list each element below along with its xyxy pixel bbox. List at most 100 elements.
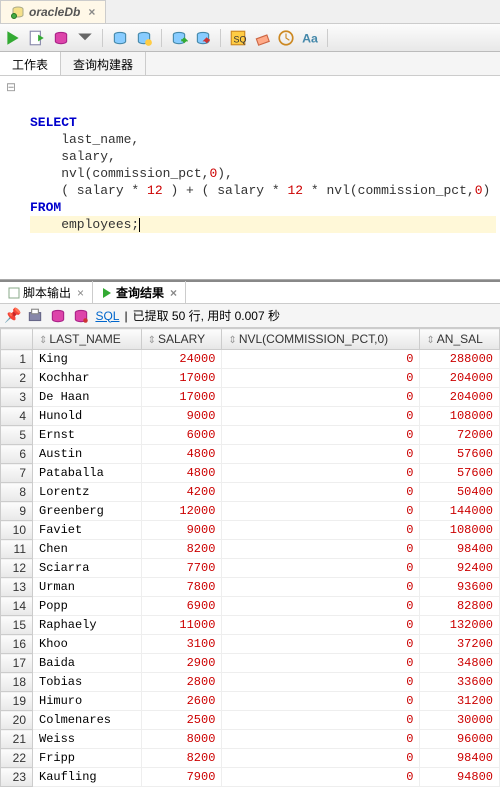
cell-salary[interactable]: 17000 xyxy=(141,388,222,407)
sql-editor[interactable]: ⊟ SELECT last_name, salary, nvl(commissi… xyxy=(0,76,500,280)
history-button[interactable] xyxy=(277,29,295,47)
cell-last-name[interactable]: Colmenares xyxy=(33,711,142,730)
cell-nvl[interactable]: 0 xyxy=(222,407,420,426)
dropdown-icon[interactable] xyxy=(76,29,94,47)
cell-salary[interactable]: 4200 xyxy=(141,483,222,502)
cell-nvl[interactable]: 0 xyxy=(222,445,420,464)
cell-last-name[interactable]: De Haan xyxy=(33,388,142,407)
cell-nvl[interactable]: 0 xyxy=(222,578,420,597)
tab-worksheet[interactable]: 工作表 xyxy=(0,52,61,75)
table-row[interactable]: 6Austin4800057600 xyxy=(1,445,500,464)
cell-an-sal[interactable]: 132000 xyxy=(420,616,500,635)
commit-button[interactable] xyxy=(170,29,188,47)
cell-salary[interactable]: 2800 xyxy=(141,673,222,692)
cell-last-name[interactable]: Tobias xyxy=(33,673,142,692)
cell-nvl[interactable]: 0 xyxy=(222,768,420,787)
cell-salary[interactable]: 3100 xyxy=(141,635,222,654)
table-row[interactable]: 22Fripp8200098400 xyxy=(1,749,500,768)
run-button[interactable] xyxy=(4,29,22,47)
refresh-button[interactable] xyxy=(49,307,67,325)
cell-nvl[interactable]: 0 xyxy=(222,673,420,692)
rollback-button[interactable] xyxy=(194,29,212,47)
cell-an-sal[interactable]: 57600 xyxy=(420,464,500,483)
table-row[interactable]: 7Pataballa4800057600 xyxy=(1,464,500,483)
col-last-name[interactable]: ⇕LAST_NAME xyxy=(33,329,142,350)
cell-salary[interactable]: 17000 xyxy=(141,369,222,388)
table-row[interactable]: 15Raphaely110000132000 xyxy=(1,616,500,635)
cell-last-name[interactable]: Lorentz xyxy=(33,483,142,502)
cell-salary[interactable]: 11000 xyxy=(141,616,222,635)
cell-an-sal[interactable]: 82800 xyxy=(420,597,500,616)
table-row[interactable]: 19Himuro2600031200 xyxy=(1,692,500,711)
cell-last-name[interactable]: Fripp xyxy=(33,749,142,768)
table-row[interactable]: 17Baida2900034800 xyxy=(1,654,500,673)
table-row[interactable]: 14Popp6900082800 xyxy=(1,597,500,616)
cell-last-name[interactable]: Urman xyxy=(33,578,142,597)
cell-salary[interactable]: 24000 xyxy=(141,350,222,369)
cell-salary[interactable]: 12000 xyxy=(141,502,222,521)
table-row[interactable]: 4Hunold90000108000 xyxy=(1,407,500,426)
cell-salary[interactable]: 7900 xyxy=(141,768,222,787)
pin-icon[interactable]: 📌 xyxy=(4,307,21,324)
table-row[interactable]: 16Khoo3100037200 xyxy=(1,635,500,654)
explain-plan-button[interactable] xyxy=(52,29,70,47)
table-row[interactable]: 8Lorentz4200050400 xyxy=(1,483,500,502)
cell-an-sal[interactable]: 96000 xyxy=(420,730,500,749)
cell-last-name[interactable]: Pataballa xyxy=(33,464,142,483)
cell-nvl[interactable]: 0 xyxy=(222,730,420,749)
cell-last-name[interactable]: Sciarra xyxy=(33,559,142,578)
table-row[interactable]: 11Chen8200098400 xyxy=(1,540,500,559)
cell-salary[interactable]: 8000 xyxy=(141,730,222,749)
cell-nvl[interactable]: 0 xyxy=(222,369,420,388)
cell-nvl[interactable]: 0 xyxy=(222,635,420,654)
tab-query-result[interactable]: 查询结果 × xyxy=(93,281,186,304)
cell-an-sal[interactable]: 288000 xyxy=(420,350,500,369)
connection-tab[interactable]: oracleDb × xyxy=(0,0,106,23)
cell-nvl[interactable]: 0 xyxy=(222,502,420,521)
cell-nvl[interactable]: 0 xyxy=(222,692,420,711)
table-row[interactable]: 12Sciarra7700092400 xyxy=(1,559,500,578)
cell-salary[interactable]: 7800 xyxy=(141,578,222,597)
close-icon[interactable]: × xyxy=(170,286,177,300)
cell-nvl[interactable]: 0 xyxy=(222,559,420,578)
cell-an-sal[interactable]: 30000 xyxy=(420,711,500,730)
cell-last-name[interactable]: Faviet xyxy=(33,521,142,540)
cell-an-sal[interactable]: 72000 xyxy=(420,426,500,445)
table-row[interactable]: 13Urman7800093600 xyxy=(1,578,500,597)
run-script-button[interactable] xyxy=(28,29,46,47)
cell-an-sal[interactable]: 98400 xyxy=(420,749,500,768)
cell-salary[interactable]: 2500 xyxy=(141,711,222,730)
cell-salary[interactable]: 9000 xyxy=(141,521,222,540)
table-row[interactable]: 3De Haan170000204000 xyxy=(1,388,500,407)
cell-last-name[interactable]: Ernst xyxy=(33,426,142,445)
table-row[interactable]: 18Tobias2800033600 xyxy=(1,673,500,692)
cell-an-sal[interactable]: 37200 xyxy=(420,635,500,654)
cell-last-name[interactable]: Popp xyxy=(33,597,142,616)
results-grid-container[interactable]: ⇕LAST_NAME ⇕SALARY ⇕NVL(COMMISSION_PCT,0… xyxy=(0,328,500,806)
col-nvl[interactable]: ⇕NVL(COMMISSION_PCT,0) xyxy=(222,329,420,350)
unshared-worksheet-button[interactable]: SQL xyxy=(229,29,247,47)
cell-last-name[interactable]: Kaufling xyxy=(33,768,142,787)
table-row[interactable]: 10Faviet90000108000 xyxy=(1,521,500,540)
cell-last-name[interactable]: King xyxy=(33,350,142,369)
cell-last-name[interactable]: Chen xyxy=(33,540,142,559)
cell-an-sal[interactable]: 57600 xyxy=(420,445,500,464)
clear-button[interactable] xyxy=(253,29,271,47)
cell-nvl[interactable]: 0 xyxy=(222,616,420,635)
cell-last-name[interactable]: Austin xyxy=(33,445,142,464)
cell-an-sal[interactable]: 34800 xyxy=(420,654,500,673)
cell-last-name[interactable]: Weiss xyxy=(33,730,142,749)
cell-nvl[interactable]: 0 xyxy=(222,749,420,768)
cell-nvl[interactable]: 0 xyxy=(222,540,420,559)
col-an-sal[interactable]: ⇕AN_SAL xyxy=(420,329,500,350)
sql-link[interactable]: SQL xyxy=(95,309,119,323)
cell-salary[interactable]: 2900 xyxy=(141,654,222,673)
tab-query-builder[interactable]: 查询构建器 xyxy=(61,52,146,75)
cell-nvl[interactable]: 0 xyxy=(222,521,420,540)
cell-nvl[interactable]: 0 xyxy=(222,654,420,673)
table-row[interactable]: 20Colmenares2500030000 xyxy=(1,711,500,730)
cell-an-sal[interactable]: 94800 xyxy=(420,768,500,787)
autotrace-button[interactable] xyxy=(111,29,129,47)
cell-salary[interactable]: 4800 xyxy=(141,445,222,464)
uppercase-button[interactable]: Aa xyxy=(301,29,319,47)
